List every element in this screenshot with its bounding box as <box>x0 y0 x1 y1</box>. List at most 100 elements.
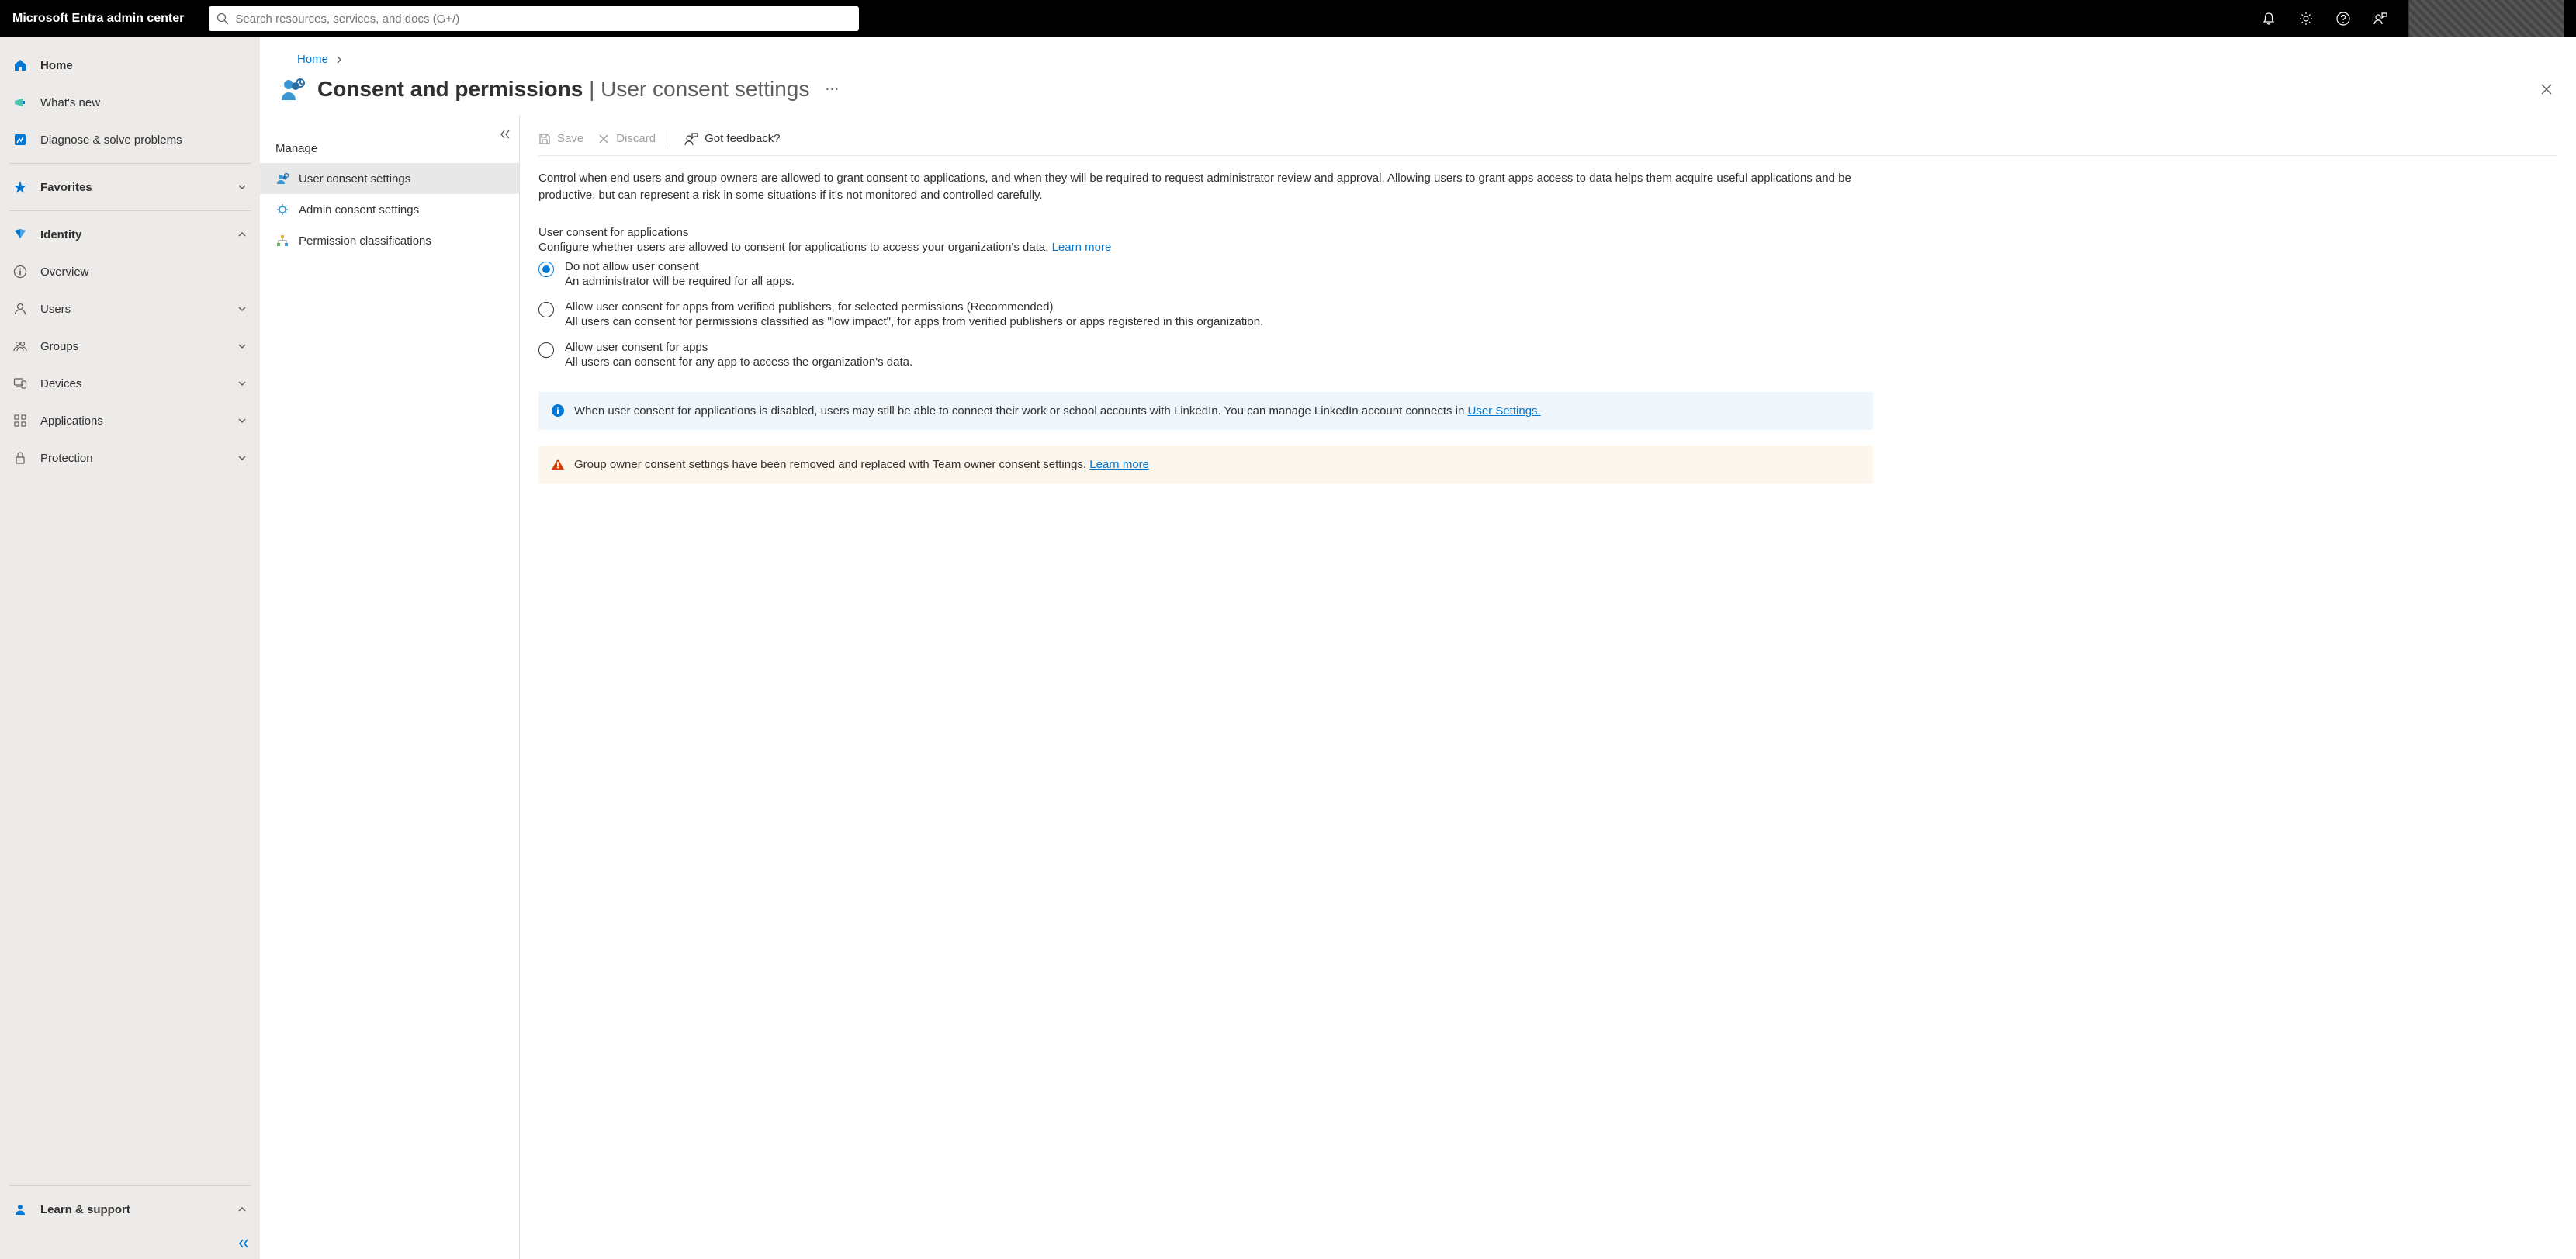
info-linkedin: When user consent for applications is di… <box>538 392 1873 430</box>
chevron-down-icon <box>237 415 248 426</box>
menu-label: User consent settings <box>299 172 410 186</box>
apps-icon <box>12 413 28 428</box>
double-chevron-left-icon <box>499 128 511 140</box>
chevron-down-icon <box>237 453 248 463</box>
nav-diagnose[interactable]: Diagnose & solve problems <box>0 121 260 158</box>
help-button[interactable] <box>2325 0 2362 37</box>
settings-button[interactable] <box>2287 0 2325 37</box>
brand-label: Microsoft Entra admin center <box>12 12 184 26</box>
nav-label: Groups <box>40 340 78 353</box>
account-area[interactable] <box>2408 0 2564 37</box>
radio-allow-all[interactable]: Allow user consent for apps All users ca… <box>538 341 1873 369</box>
main-column: Home Consent and permissions | User cons… <box>260 37 2576 1259</box>
nav-overview[interactable]: Overview <box>0 253 260 290</box>
nav-applications[interactable]: Applications <box>0 402 260 439</box>
blade-menu: Manage User consent settings Admin conse… <box>260 116 520 1259</box>
collapse-blade-menu-button[interactable] <box>499 128 511 140</box>
intro-text: Control when end users and group owners … <box>538 170 1873 204</box>
identity-icon <box>12 227 28 242</box>
save-button[interactable]: Save <box>538 132 583 145</box>
menu-user-consent-settings[interactable]: User consent settings <box>260 163 519 194</box>
global-search[interactable] <box>209 6 859 31</box>
radio-do-not-allow[interactable]: Do not allow user consent An administrat… <box>538 260 1873 288</box>
nav-label: Identity <box>40 228 81 241</box>
save-icon <box>538 133 551 145</box>
radio-label: Allow user consent for apps from verifie… <box>565 300 1263 314</box>
nav-label: Protection <box>40 452 93 465</box>
got-feedback-button[interactable]: Got feedback? <box>684 132 781 146</box>
learn-more-link[interactable]: Learn more <box>1089 458 1149 471</box>
top-bar: Microsoft Entra admin center <box>0 0 2576 37</box>
menu-label: Permission classifications <box>299 234 431 248</box>
search-input[interactable] <box>235 12 851 26</box>
nav-protection[interactable]: Protection <box>0 439 260 477</box>
user-icon <box>12 301 28 317</box>
double-chevron-left-icon <box>237 1236 251 1250</box>
nav-label: Home <box>40 59 73 72</box>
radio-allow-verified[interactable]: Allow user consent for apps from verifie… <box>538 300 1873 328</box>
megaphone-icon <box>12 95 28 110</box>
gear-icon <box>2299 12 2313 26</box>
nav-label: Learn & support <box>40 1203 130 1216</box>
chevron-right-icon <box>334 55 344 64</box>
star-icon <box>12 179 28 195</box>
discard-button[interactable]: Discard <box>597 132 656 145</box>
radio-description: All users can consent for permissions cl… <box>565 315 1263 328</box>
chevron-up-icon <box>237 1204 248 1215</box>
consent-icon <box>279 75 306 103</box>
top-actions <box>2250 0 2399 37</box>
user-consent-icon <box>275 172 289 186</box>
radio-label: Allow user consent for apps <box>565 341 912 354</box>
user-settings-link[interactable]: User Settings. <box>1468 404 1541 418</box>
page-title: Consent and permissions | User consent s… <box>317 77 809 102</box>
nav-label: Users <box>40 303 71 316</box>
nav-label: Favorites <box>40 181 92 194</box>
nav-groups[interactable]: Groups <box>0 328 260 365</box>
nav-home[interactable]: Home <box>0 47 260 84</box>
nav-whats-new[interactable]: What's new <box>0 84 260 121</box>
admin-consent-icon <box>275 203 289 217</box>
help-icon <box>2336 12 2350 26</box>
nav-label: Diagnose & solve problems <box>40 134 182 147</box>
menu-admin-consent-settings[interactable]: Admin consent settings <box>260 194 519 225</box>
nav-label: What's new <box>40 96 100 109</box>
nav-label: Overview <box>40 265 89 279</box>
close-blade-button[interactable] <box>2536 78 2557 100</box>
left-nav: Home What's new Diagnose & solve problem… <box>0 37 260 1259</box>
breadcrumb-home[interactable]: Home <box>297 53 328 66</box>
more-actions-button[interactable]: ⋯ <box>820 78 845 101</box>
radio-label: Do not allow user consent <box>565 260 795 273</box>
diagnose-icon <box>12 132 28 147</box>
person-feedback-icon <box>2373 12 2387 26</box>
chevron-up-icon <box>237 229 248 240</box>
search-icon <box>216 12 229 25</box>
notifications-button[interactable] <box>2250 0 2287 37</box>
person-support-icon <box>12 1202 28 1217</box>
nav-users[interactable]: Users <box>0 290 260 328</box>
close-icon <box>2540 83 2553 95</box>
learn-more-link[interactable]: Learn more <box>1052 241 1112 254</box>
nav-favorites[interactable]: Favorites <box>0 168 260 206</box>
command-bar: Save Discard Got feedback? <box>538 122 2557 156</box>
breadcrumb: Home <box>279 37 2557 72</box>
nav-label: Applications <box>40 414 103 428</box>
info-icon <box>551 404 565 419</box>
user-consent-radiogroup: Do not allow user consent An administrat… <box>538 260 1873 369</box>
nav-learn-support[interactable]: Learn & support <box>0 1191 260 1228</box>
radio-description: All users can consent for any app to acc… <box>565 356 912 369</box>
devices-icon <box>12 376 28 391</box>
bell-icon <box>2262 12 2276 26</box>
chevron-down-icon <box>237 182 248 192</box>
chevron-down-icon <box>237 341 248 352</box>
nav-identity[interactable]: Identity <box>0 216 260 253</box>
feedback-button[interactable] <box>2362 0 2399 37</box>
radio-description: An administrator will be required for al… <box>565 275 795 288</box>
collapse-nav-button[interactable] <box>0 1228 260 1259</box>
section-label: User consent for applications <box>538 226 2557 239</box>
menu-permission-classifications[interactable]: Permission classifications <box>260 225 519 256</box>
radio-indicator <box>538 342 554 358</box>
blade-menu-group: Manage <box>260 134 519 163</box>
menu-label: Admin consent settings <box>299 203 419 217</box>
nav-devices[interactable]: Devices <box>0 365 260 402</box>
person-feedback-icon <box>684 132 698 146</box>
